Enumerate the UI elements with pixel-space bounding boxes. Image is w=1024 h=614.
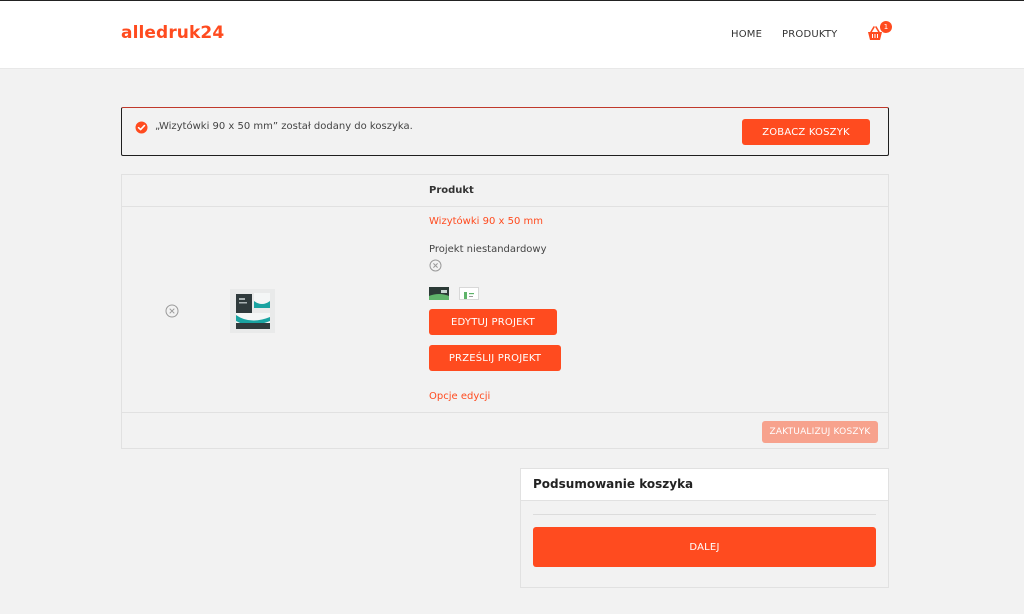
edit-options-link[interactable]: Opcje edycji [429, 391, 490, 402]
cart-summary-header: Podsumowanie koszyka [521, 469, 888, 501]
check-circle-icon [135, 121, 148, 134]
next-button[interactable]: DALEJ [533, 527, 876, 567]
cart-table-header: Produkt [122, 175, 888, 207]
clear-project-icon[interactable] [429, 259, 442, 272]
upload-project-button[interactable]: PRZEŚLIJ PROJEKT [429, 345, 561, 371]
remove-item-icon[interactable] [165, 304, 179, 318]
nav-products-link[interactable]: PRODUKTY [782, 29, 837, 40]
design-front-thumbnail[interactable] [429, 287, 449, 300]
cart-table: Produkt Wizytówki 90 x 50 mm Projekt nie… [121, 174, 889, 449]
cart-table-footer: ZAKTUALIZUJ KOSZYK [122, 412, 888, 448]
project-type-label: Projekt niestandardowy [429, 244, 547, 255]
edit-project-button[interactable]: EDYTUJ PROJEKT [429, 309, 557, 335]
cart-summary: Podsumowanie koszyka DALEJ [520, 468, 889, 588]
notice-message: „Wizytówki 90 x 50 mm” został dodany do … [155, 121, 413, 132]
view-cart-button[interactable]: ZOBACZ KOSZYK [742, 119, 870, 145]
nav-home-link[interactable]: HOME [731, 29, 762, 40]
site-header: alledruk24 HOME PRODUKTY 1 [0, 1, 1024, 69]
update-cart-button[interactable]: ZAKTUALIZUJ KOSZYK [762, 421, 878, 443]
cart-summary-title: Podsumowanie koszyka [533, 477, 694, 491]
column-header-product: Produkt [429, 185, 474, 196]
site-logo[interactable]: alledruk24 [121, 23, 224, 43]
design-back-thumbnail[interactable] [459, 287, 479, 300]
product-name-link[interactable]: Wizytówki 90 x 50 mm [429, 216, 543, 227]
summary-divider [533, 514, 876, 515]
product-thumbnail[interactable] [230, 289, 275, 333]
cart-count-badge: 1 [880, 21, 892, 33]
added-to-cart-notice: „Wizytówki 90 x 50 mm” został dodany do … [121, 107, 889, 156]
